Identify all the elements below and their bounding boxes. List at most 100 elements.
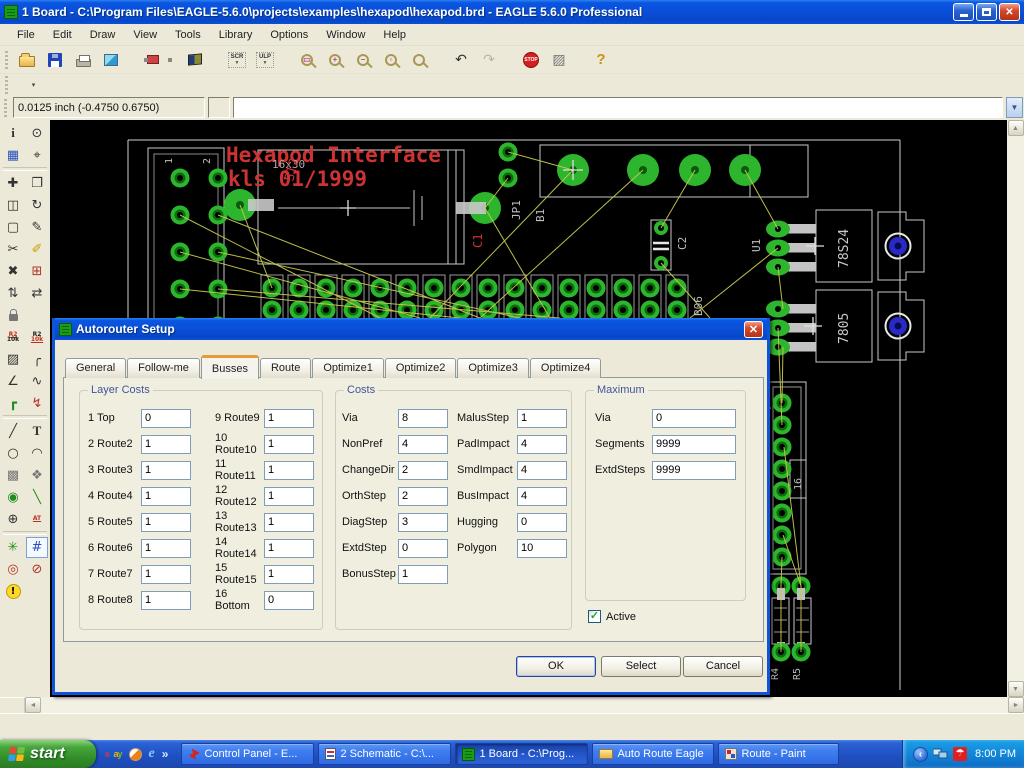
via-icon[interactable]: ◉ bbox=[2, 487, 24, 508]
input-layer-2-route2[interactable] bbox=[141, 434, 191, 454]
zoom-out-button[interactable]: − bbox=[351, 48, 375, 72]
run-ulp-button[interactable]: ULP ▼ bbox=[253, 48, 277, 72]
circle-icon[interactable]: ○ bbox=[2, 443, 24, 464]
close-button[interactable]: ✕ bbox=[999, 3, 1020, 21]
signal-icon[interactable]: ╲ bbox=[26, 487, 48, 508]
tab-route[interactable]: Route bbox=[259, 358, 312, 378]
menu-file[interactable]: File bbox=[8, 26, 44, 44]
input-cost-nonpref[interactable] bbox=[398, 434, 448, 454]
input-layer-4-route4[interactable] bbox=[141, 486, 191, 506]
input-layer-1-top[interactable] bbox=[141, 408, 191, 428]
task-schematic[interactable]: 2 Schematic - C:\... bbox=[318, 743, 452, 765]
autorouter-icon[interactable]: # bbox=[26, 536, 48, 558]
coordbar-handle[interactable] bbox=[4, 98, 7, 117]
copy-icon[interactable]: ❐ bbox=[26, 173, 48, 194]
pinswap-icon[interactable]: ⇅ bbox=[2, 283, 24, 304]
menu-edit[interactable]: Edit bbox=[44, 26, 81, 44]
input-cost-padimpact[interactable] bbox=[517, 434, 567, 454]
menu-tools[interactable]: Tools bbox=[166, 26, 210, 44]
horizontal-scrollbar[interactable]: ◄ ► bbox=[25, 697, 1024, 713]
secondary-toolbar-handle[interactable] bbox=[5, 75, 8, 94]
input-layer-5-route5[interactable] bbox=[141, 512, 191, 532]
mark-icon[interactable]: ⌖ bbox=[26, 145, 48, 166]
warning-icon[interactable]: ! bbox=[2, 581, 24, 602]
tab-optimize2[interactable]: Optimize2 bbox=[384, 358, 457, 378]
input-layer-16-bottom[interactable] bbox=[264, 590, 314, 610]
tab-busses[interactable]: Busses bbox=[200, 355, 259, 379]
lock-icon[interactable] bbox=[2, 305, 24, 326]
wire-icon[interactable]: ╱ bbox=[2, 421, 24, 442]
undo-button[interactable]: ↶ bbox=[449, 48, 473, 72]
input-layer-8-route8[interactable] bbox=[141, 590, 191, 610]
quick-launch-overflow-chevron[interactable]: » bbox=[162, 747, 169, 761]
delete-icon[interactable]: ✖ bbox=[2, 261, 24, 282]
menu-draw[interactable]: Draw bbox=[81, 26, 125, 44]
menu-view[interactable]: View bbox=[124, 26, 166, 44]
task-board-active[interactable]: 1 Board - C:\Prog... bbox=[455, 743, 589, 765]
tab-general[interactable]: General bbox=[65, 358, 127, 378]
toolbar-handle[interactable] bbox=[5, 50, 8, 69]
split-icon[interactable]: ∠ bbox=[2, 371, 24, 392]
menu-library[interactable]: Library bbox=[210, 26, 262, 44]
miter-icon[interactable]: ╭ bbox=[26, 349, 48, 370]
input-cost-bonusstep[interactable] bbox=[398, 564, 448, 584]
hide-tray-icons-button[interactable]: ‹ bbox=[913, 746, 929, 762]
move-icon[interactable]: ✚ bbox=[2, 173, 24, 194]
polygon-icon[interactable]: ❖ bbox=[26, 465, 48, 486]
grid-button[interactable]: ▾ bbox=[15, 73, 39, 97]
help-button[interactable]: ? bbox=[589, 48, 613, 72]
value-icon[interactable]: R2 10k bbox=[26, 327, 48, 348]
input-cost-diagstep[interactable] bbox=[398, 512, 448, 532]
tab-follow-me[interactable]: Follow-me bbox=[127, 358, 200, 378]
scroll-right-button[interactable]: ► bbox=[1008, 697, 1024, 713]
optimize-icon[interactable]: ∿ bbox=[26, 371, 48, 392]
smash-icon[interactable]: ▨ bbox=[2, 349, 24, 370]
input-layer-7-route7[interactable] bbox=[141, 564, 191, 584]
menu-window[interactable]: Window bbox=[317, 26, 374, 44]
input-layer-6-route6[interactable] bbox=[141, 538, 191, 558]
vertical-scrollbar[interactable]: ▲ ▼ bbox=[1007, 120, 1024, 697]
redo-button[interactable]: ↷ bbox=[477, 48, 501, 72]
open-button[interactable] bbox=[15, 48, 39, 72]
export-image-button[interactable] bbox=[99, 48, 123, 72]
antivirus-umbrella-icon[interactable]: ☂ bbox=[953, 747, 968, 761]
zoom-redraw-button[interactable] bbox=[407, 48, 431, 72]
internet-explorer-icon[interactable]: e bbox=[149, 746, 155, 762]
hole-icon[interactable]: ⊕ bbox=[2, 509, 24, 530]
menu-options[interactable]: Options bbox=[261, 26, 317, 44]
maximize-button[interactable] bbox=[976, 3, 997, 21]
zoom-fit-button[interactable]: ▭ bbox=[295, 48, 319, 72]
input-max-extdsteps[interactable] bbox=[652, 460, 736, 480]
input-layer-15-route15[interactable] bbox=[264, 564, 314, 584]
input-max-segments[interactable] bbox=[652, 434, 736, 454]
paste-icon[interactable]: ✐ bbox=[26, 239, 48, 260]
zoom-in-button[interactable]: + bbox=[323, 48, 347, 72]
active-checkbox[interactable]: ✓ bbox=[588, 610, 601, 623]
input-cost-polygon[interactable] bbox=[517, 538, 567, 558]
show-icon[interactable]: ⊙ bbox=[26, 123, 48, 144]
input-cost-busimpact[interactable] bbox=[517, 486, 567, 506]
drc-icon[interactable]: ◎ bbox=[2, 559, 24, 580]
input-cost-via[interactable] bbox=[398, 408, 448, 428]
change-icon[interactable]: ✎ bbox=[26, 217, 48, 238]
select-button[interactable]: Select bbox=[601, 656, 681, 677]
info-icon[interactable]: i bbox=[2, 123, 24, 144]
text-icon[interactable]: T bbox=[26, 421, 48, 442]
route-icon[interactable]: ┏ bbox=[2, 393, 24, 414]
task-control-panel[interactable]: Control Panel - E... bbox=[181, 743, 315, 765]
start-button[interactable]: start bbox=[0, 740, 96, 768]
input-max-via[interactable] bbox=[652, 408, 736, 428]
arc-icon[interactable]: ◠ bbox=[26, 443, 48, 464]
layer-pattern-button[interactable]: ▨ bbox=[547, 48, 571, 72]
zoom-select-button[interactable]: ▫ bbox=[379, 48, 403, 72]
input-cost-smdimpact[interactable] bbox=[517, 460, 567, 480]
scroll-up-button[interactable]: ▲ bbox=[1007, 120, 1024, 136]
library-button[interactable] bbox=[183, 48, 207, 72]
errors-icon[interactable]: ⊘ bbox=[26, 559, 48, 580]
run-script-button[interactable]: SCR ▼ bbox=[225, 48, 249, 72]
ebay-icon[interactable]: ebay bbox=[105, 749, 123, 759]
command-history-dropdown[interactable]: ▼ bbox=[1006, 97, 1023, 118]
input-layer-12-route12[interactable] bbox=[264, 486, 314, 506]
input-layer-13-route13[interactable] bbox=[264, 512, 314, 532]
group-icon[interactable]: ▢ bbox=[2, 217, 24, 238]
